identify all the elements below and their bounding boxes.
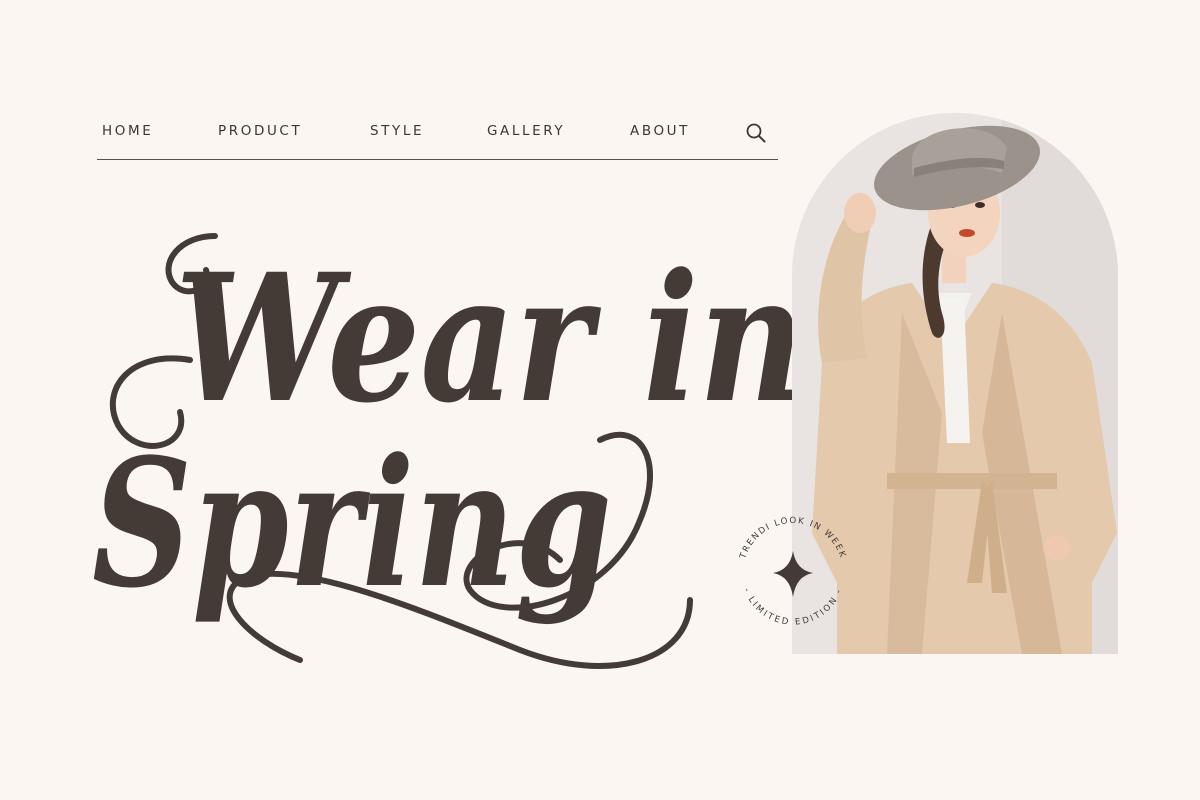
search-icon[interactable]	[745, 122, 767, 144]
headline-line-1: Wear in	[175, 235, 805, 442]
nav-product[interactable]: PRODUCT	[218, 123, 302, 139]
headline-line-2: Spring	[92, 420, 612, 627]
sparkle-icon	[773, 551, 813, 597]
nav-style[interactable]: STYLE	[370, 123, 424, 139]
limited-edition-badge: TRENDI LOOK IN WEEK - LIMITED EDITION -	[725, 505, 861, 641]
nav-gallery[interactable]: GALLERY	[487, 123, 565, 139]
nav-about[interactable]: ABOUT	[630, 123, 690, 139]
top-navigation: HOME PRODUCT STYLE GALLERY ABOUT	[97, 118, 778, 160]
nav-home[interactable]: HOME	[102, 123, 153, 139]
